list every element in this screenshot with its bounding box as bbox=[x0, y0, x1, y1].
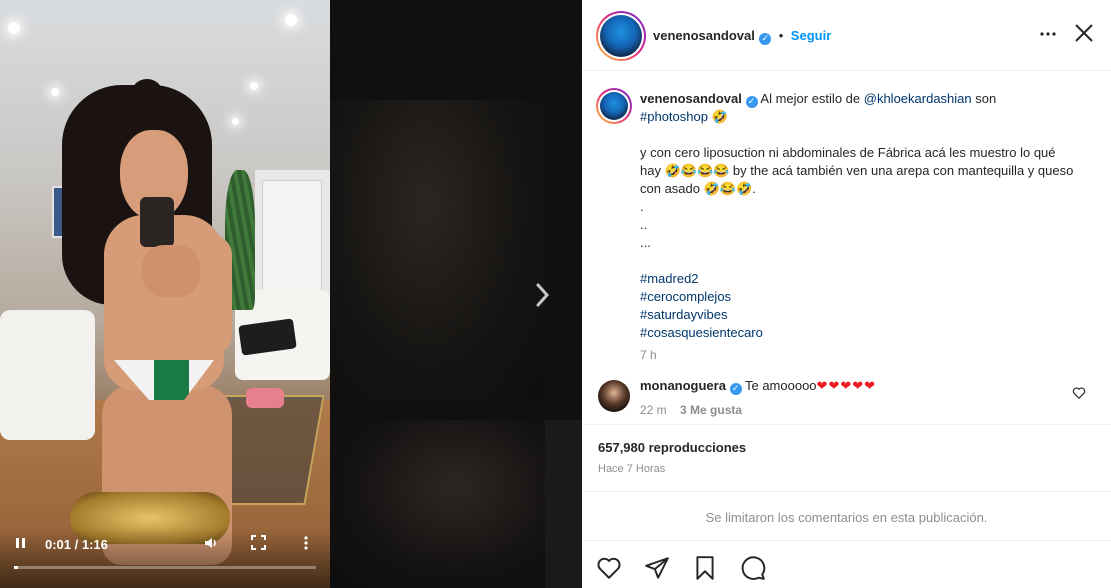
comment-time[interactable]: 22 m bbox=[640, 403, 667, 417]
mobile-phone bbox=[140, 197, 174, 247]
backdrop-photo bbox=[330, 100, 545, 400]
caption-author-avatar[interactable] bbox=[596, 88, 632, 124]
post-date: Hace 7 Horas bbox=[598, 463, 666, 475]
volume-icon[interactable] bbox=[203, 535, 219, 555]
post-caption: venenosandoval ✓ Al mejor estilo de @khl… bbox=[640, 90, 1080, 342]
more-vertical-icon[interactable] bbox=[303, 535, 309, 555]
post-header: venenosandoval ✓ • Seguir bbox=[582, 0, 1111, 71]
hand bbox=[142, 245, 200, 297]
comment-meta: 22 m 3 Me gusta bbox=[640, 403, 742, 417]
post-actions bbox=[582, 540, 1111, 588]
mention-link[interactable]: @khloekardashian bbox=[864, 91, 972, 106]
hashtag-link[interactable]: #cerocomplejos bbox=[640, 288, 1080, 306]
backdrop-photo bbox=[545, 420, 585, 588]
chevron-right-icon[interactable] bbox=[530, 280, 554, 310]
ceiling-light bbox=[8, 22, 20, 34]
ceiling-light bbox=[250, 82, 258, 90]
verified-badge-icon: ✓ bbox=[759, 33, 772, 45]
hashtag-link[interactable]: #saturdayvibes bbox=[640, 306, 1080, 324]
post-details-panel: venenosandoval ✓ • Seguir venenosandoval… bbox=[582, 0, 1111, 588]
bookmark-icon[interactable] bbox=[692, 555, 718, 581]
verified-badge-icon: ✓ bbox=[745, 96, 758, 108]
caption-word: son bbox=[975, 91, 997, 106]
fullscreen-icon[interactable] bbox=[251, 535, 266, 554]
more-options-icon[interactable] bbox=[1038, 24, 1058, 44]
video-player[interactable]: 0:01 / 1:16 bbox=[0, 0, 330, 588]
comment-likes[interactable]: 3 Me gusta bbox=[680, 403, 742, 417]
video-time: 0:01 / 1:16 bbox=[45, 537, 108, 552]
pause-icon[interactable] bbox=[14, 536, 28, 554]
separator-dot: • bbox=[778, 28, 784, 43]
commenter-avatar[interactable] bbox=[598, 380, 630, 412]
caption-emoji: 🤣 bbox=[711, 109, 728, 124]
like-comment-heart-icon[interactable] bbox=[1072, 386, 1086, 400]
instagram-post-viewer: 0:01 / 1:16 venenosandoval ✓ • Seguir ve… bbox=[0, 0, 1111, 588]
caption-body: y con cero liposuction ni abdominales de… bbox=[640, 145, 1074, 196]
comment-text: Te amooooo bbox=[744, 378, 817, 393]
hashtag-list: #madred2 #cerocomplejos #saturdayvibes #… bbox=[640, 270, 1080, 342]
door bbox=[262, 180, 322, 300]
close-icon[interactable] bbox=[1072, 21, 1096, 45]
verified-badge-icon: ✓ bbox=[729, 383, 742, 395]
arm bbox=[192, 235, 232, 355]
hashtag-link[interactable]: #cosasquesientecaro bbox=[640, 324, 1080, 342]
caption-dot-line: .. bbox=[640, 217, 648, 232]
hashtag-link[interactable]: #madred2 bbox=[640, 270, 1080, 288]
telephone bbox=[246, 388, 284, 408]
backdrop-photo bbox=[330, 420, 580, 588]
view-count[interactable]: 657,980 reproducciones bbox=[598, 440, 746, 455]
comment: monanoguera ✓ Te amooooo❤❤❤❤❤ bbox=[640, 378, 876, 395]
comment-author[interactable]: monanoguera bbox=[640, 378, 726, 393]
ceiling-light bbox=[51, 88, 59, 96]
caption-intro: Al mejor estilo de bbox=[760, 91, 861, 106]
caption-dot-line: ... bbox=[640, 235, 651, 250]
heart-icon[interactable] bbox=[596, 555, 622, 581]
comments-limited-notice: Se limitaron los comentarios en esta pub… bbox=[705, 510, 988, 525]
comment-hearts: ❤❤❤❤❤ bbox=[816, 379, 877, 394]
caption-dot-line: . bbox=[640, 199, 644, 214]
post-time-ago[interactable]: 7 h bbox=[640, 348, 657, 362]
hashtag-link[interactable]: #photoshop bbox=[640, 109, 708, 124]
author-username[interactable]: venenosandoval bbox=[653, 28, 755, 43]
follow-button[interactable]: Seguir bbox=[791, 28, 831, 43]
video-progress-bar[interactable] bbox=[14, 566, 316, 569]
author-avatar[interactable] bbox=[596, 11, 646, 61]
comment-icon[interactable] bbox=[740, 555, 766, 581]
person bbox=[62, 79, 237, 565]
ceiling-light bbox=[285, 14, 297, 26]
post-stats: 657,980 reproducciones Hace 7 Horas bbox=[582, 424, 1111, 492]
share-icon[interactable] bbox=[644, 555, 670, 581]
caption-author[interactable]: venenosandoval bbox=[640, 91, 742, 106]
video-progress-fill bbox=[14, 566, 18, 569]
author-row: venenosandoval ✓ • Seguir bbox=[653, 27, 831, 45]
hair-bun bbox=[132, 79, 162, 105]
